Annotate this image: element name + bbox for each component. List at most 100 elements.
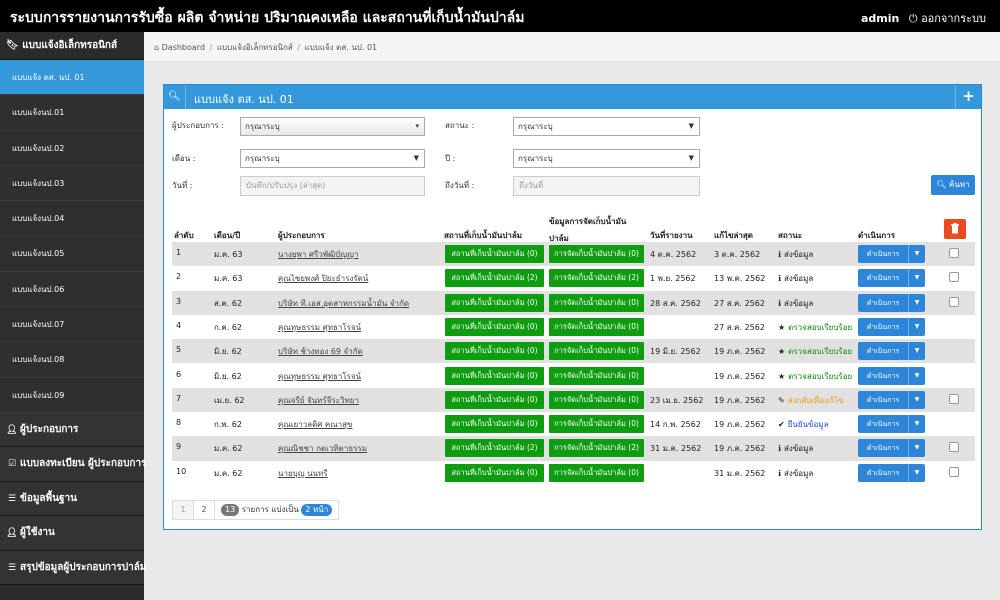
row-operator-link[interactable]: คุณจรีย์ จันทร์จีระวิทยา [278,394,359,407]
breadcrumb-level1[interactable]: แบบแจ้งอิเล็กทรอนิกส์ [217,43,293,52]
logout-link[interactable]: ออกจากระบบ [921,12,986,25]
caret-down-icon[interactable]: ▼ [908,463,925,482]
caret-down-icon[interactable]: ▼ [908,342,925,361]
sidebar-item-5[interactable]: แบบแจ้งนป.05 [0,236,144,272]
sidebar-item-7[interactable]: แบบแจ้งนป.07 [0,307,144,343]
action-dropdown[interactable]: ดำเนินการ ▼ [858,269,925,288]
action-label[interactable]: ดำเนินการ [858,415,908,433]
caret-down-icon[interactable]: ▼ [908,415,925,434]
mgmt-button[interactable]: การจัดเก็บน้ำมันปาล์ม (0) [549,463,644,482]
caret-down-icon[interactable]: ▼ [908,439,925,458]
row-checkbox[interactable] [949,466,959,477]
action-label[interactable]: ดำเนินการ [858,294,908,312]
mgmt-button[interactable]: การจัดเก็บน้ำมันปาล์ม (0) [549,415,644,434]
operator-select[interactable]: กรุณาระบุ ▾ [240,117,425,136]
caret-down-icon[interactable]: ▼ [908,245,925,263]
caret-down-icon[interactable]: ▼ [908,366,925,385]
action-dropdown[interactable]: ดำเนินการ ▼ [858,366,925,385]
action-dropdown[interactable]: ดำเนินการ ▼ [858,439,925,458]
action-dropdown[interactable]: ดำเนินการ ▼ [858,293,925,312]
sidebar-item-6[interactable]: แบบแจ้งนป.06 [0,271,144,308]
action-label[interactable]: ดำเนินการ [858,367,908,385]
action-label[interactable]: ดำเนินการ [858,464,908,482]
action-label[interactable]: ดำเนินการ [858,391,908,409]
row-operator-link[interactable]: คุณทุษธรรม ศุทธาโรจน์ [278,321,361,334]
action-dropdown[interactable]: ดำเนินการ ▼ [858,245,925,263]
year-select[interactable]: กรุณาระบุ ▼ [513,149,700,168]
search-icon[interactable]: 🔍︎ [164,85,186,109]
mgmt-button[interactable]: การจัดเก็บน้ำมันปาล์ม (2) [549,269,644,288]
page-2[interactable]: 2 [194,501,215,519]
row-checkbox[interactable] [949,393,959,404]
mgmt-button[interactable]: การจัดเก็บน้ำมันปาล์ม (2) [549,439,644,458]
row-checkbox[interactable] [949,248,959,258]
sidebar-item-2[interactable]: แบบแจ้งนป.02 [0,130,144,166]
row-operator-link[interactable]: คุณเยาวลดิศ คณาสุข [278,418,353,431]
action-label[interactable]: ดำเนินการ [858,269,908,287]
row-checkbox[interactable] [949,272,959,283]
add-button[interactable]: + [955,85,981,109]
action-label[interactable]: ดำเนินการ [858,318,908,336]
sidebar-section-electronic-forms[interactable]: 🔖︎ แบบแจ้งอิเล็กทรอนิกส์ [0,32,144,60]
action-label[interactable]: ดำเนินการ [858,439,908,457]
mgmt-button[interactable]: การจัดเก็บน้ำมันปาล์ม (0) [549,366,644,385]
page-1[interactable]: 1 [173,501,194,519]
mgmt-button[interactable]: การจัดเก็บน้ำมันปาล์ม (0) [549,293,644,312]
sidebar-section-3[interactable]: 👤︎ ผู้ใช้งาน [0,516,144,551]
action-label[interactable]: ดำเนินการ [858,245,908,263]
row-month: มิ.ย. 62 [214,371,242,381]
todate-input[interactable]: ถึงวันที่ [513,176,700,196]
search-button[interactable]: 🔍︎ ค้นหา [931,175,975,195]
storage-button[interactable]: สถานที่เก็บน้ำมันปาล์ม (0) [445,245,544,263]
storage-button[interactable]: สถานที่เก็บน้ำมันปาล์ม (0) [445,293,544,312]
action-label[interactable]: ดำเนินการ [858,342,908,360]
row-operator-link[interactable]: บริษัท ที.เอส.อุตสาหกรรมน้ำมัน จำกัด [278,297,409,310]
sidebar-section-4[interactable]: ☰ สรุปข้อมูลผู้ประกอบการปาล์ม [0,550,146,586]
row-operator-link[interactable]: คุณทุษธรรม ศุทธาโรจน์ [278,370,361,383]
date-input[interactable]: บันทึก/ปรับปรุง (ล่าสุด) [240,176,425,196]
sidebar-section-1[interactable]: ☑ แบบลงทะเบียน ผู้ประกอบการ [0,447,146,482]
month-select[interactable]: กรุณาระบุ ▼ [240,149,425,168]
breadcrumb-home[interactable]: Dashboard [162,43,205,52]
row-operator-link[interactable]: คุณณิชชา กตเวทิตาธรรม [278,442,367,455]
caret-down-icon[interactable]: ▼ [908,293,925,312]
action-dropdown[interactable]: ดำเนินการ ▼ [858,415,925,434]
sidebar-section-0[interactable]: 👤︎ ผู้ประกอบการ [0,412,144,448]
mgmt-button[interactable]: การจัดเก็บน้ำมันปาล์ม (0) [549,317,644,336]
sidebar-section-2[interactable]: ☰ ข้อมูลพื้นฐาน [0,481,144,517]
row-operator-link[interactable]: นางยุพา ศรีวพัฒิบัญญา [278,248,358,261]
storage-button[interactable]: สถานที่เก็บน้ำมันปาล์ม (0) [445,342,544,361]
mgmt-button[interactable]: การจัดเก็บน้ำมันปาล์ม (0) [549,342,644,361]
power-icon[interactable]: ⏻ [909,12,918,25]
mgmt-button[interactable]: การจัดเก็บน้ำมันปาล์ม (0) [549,245,644,263]
storage-button[interactable]: สถานที่เก็บน้ำมันปาล์ม (0) [445,366,544,385]
storage-button[interactable]: สถานที่เก็บน้ำมันปาล์ม (0) [445,317,544,336]
row-checkbox[interactable] [949,296,959,307]
storage-button[interactable]: สถานที่เก็บน้ำมันปาล์ม (0) [445,463,544,482]
status-select[interactable]: กรุณาระบุ ▼ [513,117,700,136]
sidebar-item-3[interactable]: แบบแจ้งนป.03 [0,165,144,202]
row-number: 5 [176,345,182,355]
caret-down-icon[interactable]: ▼ [908,390,925,409]
sidebar-item-9[interactable]: แบบแจ้งนป.09 [0,377,144,413]
storage-button[interactable]: สถานที่เก็บน้ำมันปาล์ม (2) [445,439,544,458]
row-operator-link[interactable]: คุณไชยพงศ์ ปิยะธำรงรัตน์ [278,272,368,285]
caret-down-icon[interactable]: ▼ [908,317,925,336]
storage-button[interactable]: สถานที่เก็บน้ำมันปาล์ม (0) [445,415,544,434]
caret-down-icon[interactable]: ▼ [908,269,925,288]
action-dropdown[interactable]: ดำเนินการ ▼ [858,342,925,361]
mgmt-button[interactable]: การจัดเก็บน้ำมันปาล์ม (0) [549,390,644,409]
row-checkbox[interactable] [949,442,959,453]
row-operator-link[interactable]: บริษัท ช้างทอง 69 จำกัด [278,345,363,358]
sidebar-item-0[interactable]: แบบแจ้ง ตส. นป. 01 [0,60,144,96]
action-dropdown[interactable]: ดำเนินการ ▼ [858,390,925,409]
delete-button[interactable] [944,219,966,239]
row-operator-link[interactable]: นายบุญ นนทรี [278,467,328,480]
storage-button[interactable]: สถานที่เก็บน้ำมันปาล์ม (2) [445,269,544,288]
action-dropdown[interactable]: ดำเนินการ ▼ [858,463,925,482]
sidebar-item-4[interactable]: แบบแจ้งนป.04 [0,201,144,237]
sidebar-item-8[interactable]: แบบแจ้งนป.08 [0,342,144,378]
storage-button[interactable]: สถานที่เก็บน้ำมันปาล์ม (0) [445,390,544,409]
action-dropdown[interactable]: ดำเนินการ ▼ [858,317,925,336]
sidebar-item-1[interactable]: แบบแจ้งนป.01 [0,95,144,131]
